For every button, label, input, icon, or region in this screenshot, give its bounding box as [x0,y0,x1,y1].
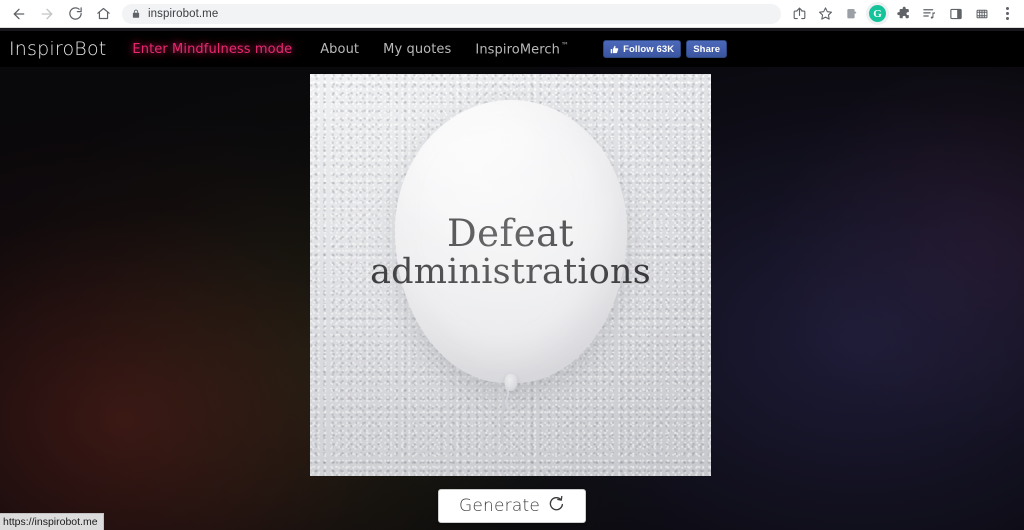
site-logo[interactable]: InspiroBot [9,38,106,60]
status-bar-url: https://inspirobot.me [3,516,98,528]
grammarly-badge: G [869,5,886,22]
facebook-share-label: Share [693,43,721,55]
status-bar: https://inspirobot.me [0,513,104,530]
grid-extension-icon[interactable] [969,2,994,26]
share-icon[interactable] [787,2,812,26]
facebook-follow-button[interactable]: Follow 63K [603,40,682,58]
generate-button-label: Generate [459,496,540,516]
facebook-social-group: Follow 63K Share [603,40,728,58]
home-icon[interactable] [90,2,116,26]
nav-link-inspiromerch-label: InspiroMerch [475,42,560,58]
generate-button[interactable]: Generate [438,489,586,523]
quote-text: Defeat administrations [310,214,711,291]
balloon-ribbon [499,386,510,444]
reading-list-icon[interactable] [917,2,942,26]
quote-line-2: administrations [370,251,651,292]
nav-link-my-quotes[interactable]: My quotes [383,42,451,57]
browser-window: inspirobot.me G InspiroBot Enter Mindful… [0,0,1024,530]
forward-arrow-icon[interactable] [34,2,60,26]
back-arrow-icon[interactable] [6,2,32,26]
quote-line-1: Defeat [446,212,575,255]
browser-toolbar: inspirobot.me G [0,0,1024,28]
nav-link-about[interactable]: About [320,42,359,57]
puzzle-extensions-icon[interactable] [891,2,916,26]
kebab-menu-icon[interactable] [995,2,1020,26]
refresh-icon [548,495,565,517]
extension-puzzle-dark-icon[interactable] [839,2,864,26]
side-panel-icon[interactable] [943,2,968,26]
navigation-buttons [0,2,116,26]
facebook-share-button[interactable]: Share [686,40,728,58]
toolbar-icons: G [787,2,1024,26]
facebook-follow-label: Follow 63K [623,43,675,55]
reload-icon[interactable] [62,2,88,26]
grammarly-icon[interactable]: G [865,2,890,26]
thumbs-up-icon [610,45,619,54]
address-bar-url: inspirobot.me [148,7,219,20]
lock-icon [131,8,141,20]
site-navbar: InspiroBot Enter Mindfulness mode About … [0,31,1024,67]
address-bar[interactable]: inspirobot.me [122,3,781,24]
quote-image-container[interactable]: Defeat administrations [310,74,711,476]
page-body: InspiroBot Enter Mindfulness mode About … [0,28,1024,530]
nav-link-mindfulness[interactable]: Enter Mindfulness mode [132,42,292,57]
quote-image: Defeat administrations [310,74,711,476]
trademark-symbol: ™ [560,40,570,50]
bookmark-star-icon[interactable] [813,2,838,26]
nav-link-inspiromerch[interactable]: InspiroMerch™ [475,41,569,57]
